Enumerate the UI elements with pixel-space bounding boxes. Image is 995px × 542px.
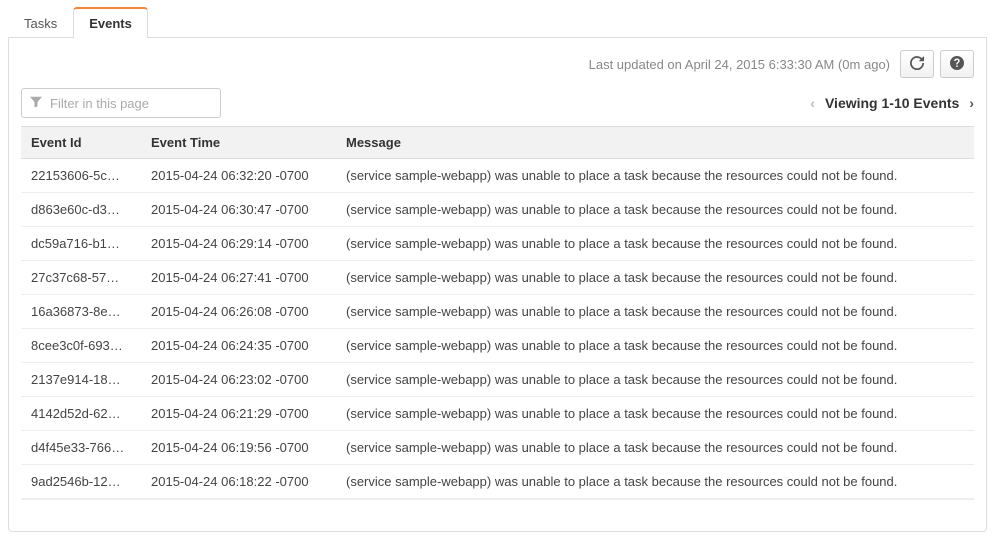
cell-event-id: 4142d52d-62… bbox=[21, 397, 141, 431]
table-row[interactable]: 2137e914-18…2015-04-24 06:23:02 -0700(se… bbox=[21, 363, 974, 397]
filter-input[interactable] bbox=[48, 95, 212, 112]
refresh-button[interactable] bbox=[900, 50, 934, 78]
cell-event-time: 2015-04-24 06:29:14 -0700 bbox=[141, 227, 336, 261]
cell-event-time: 2015-04-24 06:18:22 -0700 bbox=[141, 465, 336, 499]
events-panel: Last updated on April 24, 2015 6:33:30 A… bbox=[8, 38, 987, 532]
cell-event-time: 2015-04-24 06:24:35 -0700 bbox=[141, 329, 336, 363]
refresh-icon bbox=[910, 56, 924, 73]
tab-events[interactable]: Events bbox=[73, 7, 148, 38]
table-row[interactable]: 22153606-5c…2015-04-24 06:32:20 -0700(se… bbox=[21, 159, 974, 193]
cell-event-time: 2015-04-24 06:21:29 -0700 bbox=[141, 397, 336, 431]
filter-icon bbox=[30, 96, 48, 111]
pager-prev[interactable]: ‹ bbox=[810, 95, 815, 111]
last-updated-text: Last updated on April 24, 2015 6:33:30 A… bbox=[589, 57, 890, 72]
pager-label: Viewing 1-10 Events bbox=[825, 95, 959, 111]
table-footer-space bbox=[21, 499, 974, 517]
cell-message: (service sample-webapp) was unable to pl… bbox=[336, 329, 974, 363]
cell-event-id: 9ad2546b-12… bbox=[21, 465, 141, 499]
table-header-row: Event Id Event Time Message bbox=[21, 127, 974, 159]
tabs-bar: Tasks Events bbox=[8, 4, 987, 38]
cell-message: (service sample-webapp) was unable to pl… bbox=[336, 193, 974, 227]
cell-message: (service sample-webapp) was unable to pl… bbox=[336, 295, 974, 329]
col-event-time[interactable]: Event Time bbox=[141, 127, 336, 159]
table-row[interactable]: dc59a716-b1…2015-04-24 06:29:14 -0700(se… bbox=[21, 227, 974, 261]
filter-row: ‹ Viewing 1-10 Events › bbox=[21, 88, 974, 118]
cell-event-id: d4f45e33-766… bbox=[21, 431, 141, 465]
cell-message: (service sample-webapp) was unable to pl… bbox=[336, 397, 974, 431]
table-row[interactable]: 27c37c68-57…2015-04-24 06:27:41 -0700(se… bbox=[21, 261, 974, 295]
cell-event-id: 16a36873-8e… bbox=[21, 295, 141, 329]
cell-message: (service sample-webapp) was unable to pl… bbox=[336, 363, 974, 397]
cell-event-id: dc59a716-b1… bbox=[21, 227, 141, 261]
cell-event-time: 2015-04-24 06:32:20 -0700 bbox=[141, 159, 336, 193]
table-row[interactable]: 4142d52d-62…2015-04-24 06:21:29 -0700(se… bbox=[21, 397, 974, 431]
table-row[interactable]: 9ad2546b-12…2015-04-24 06:18:22 -0700(se… bbox=[21, 465, 974, 499]
events-table: Event Id Event Time Message 22153606-5c…… bbox=[21, 126, 974, 499]
table-row[interactable]: 8cee3c0f-693…2015-04-24 06:24:35 -0700(s… bbox=[21, 329, 974, 363]
cell-event-time: 2015-04-24 06:27:41 -0700 bbox=[141, 261, 336, 295]
cell-event-id: 2137e914-18… bbox=[21, 363, 141, 397]
cell-message: (service sample-webapp) was unable to pl… bbox=[336, 431, 974, 465]
toolbar-top: Last updated on April 24, 2015 6:33:30 A… bbox=[21, 50, 974, 78]
col-message[interactable]: Message bbox=[336, 127, 974, 159]
table-row[interactable]: d4f45e33-766…2015-04-24 06:19:56 -0700(s… bbox=[21, 431, 974, 465]
tab-tasks[interactable]: Tasks bbox=[8, 7, 73, 38]
filter-box[interactable] bbox=[21, 88, 221, 118]
pager: ‹ Viewing 1-10 Events › bbox=[810, 95, 974, 111]
cell-event-id: 22153606-5c… bbox=[21, 159, 141, 193]
cell-event-id: d863e60c-d3… bbox=[21, 193, 141, 227]
cell-event-id: 8cee3c0f-693… bbox=[21, 329, 141, 363]
table-row[interactable]: 16a36873-8e…2015-04-24 06:26:08 -0700(se… bbox=[21, 295, 974, 329]
cell-message: (service sample-webapp) was unable to pl… bbox=[336, 465, 974, 499]
cell-event-time: 2015-04-24 06:26:08 -0700 bbox=[141, 295, 336, 329]
cell-event-time: 2015-04-24 06:23:02 -0700 bbox=[141, 363, 336, 397]
cell-message: (service sample-webapp) was unable to pl… bbox=[336, 159, 974, 193]
pager-next[interactable]: › bbox=[969, 95, 974, 111]
table-row[interactable]: d863e60c-d3…2015-04-24 06:30:47 -0700(se… bbox=[21, 193, 974, 227]
col-event-id[interactable]: Event Id bbox=[21, 127, 141, 159]
help-icon bbox=[950, 56, 964, 73]
help-button[interactable] bbox=[940, 50, 974, 78]
cell-event-time: 2015-04-24 06:30:47 -0700 bbox=[141, 193, 336, 227]
cell-event-id: 27c37c68-57… bbox=[21, 261, 141, 295]
cell-message: (service sample-webapp) was unable to pl… bbox=[336, 227, 974, 261]
cell-message: (service sample-webapp) was unable to pl… bbox=[336, 261, 974, 295]
cell-event-time: 2015-04-24 06:19:56 -0700 bbox=[141, 431, 336, 465]
